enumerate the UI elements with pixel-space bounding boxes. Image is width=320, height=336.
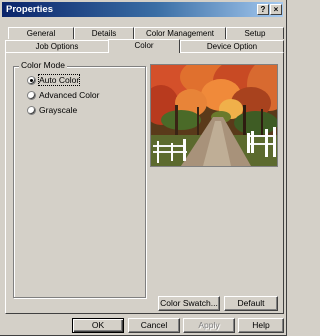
ok-label: OK — [91, 320, 105, 330]
ok-button[interactable]: OK — [72, 318, 124, 333]
apply-button[interactable]: Apply — [183, 318, 235, 333]
radio-grayscale[interactable]: Grayscale — [27, 104, 77, 116]
help-icon[interactable]: ? — [257, 4, 269, 15]
radio-label-grayscale: Grayscale — [39, 105, 78, 115]
cancel-label: Cancel — [140, 320, 168, 330]
tab-details[interactable]: Details — [74, 27, 134, 39]
default-button[interactable]: Default — [224, 296, 278, 311]
color-swatch-button[interactable]: Color Swatch... — [158, 296, 220, 311]
color-preview-image — [150, 64, 278, 167]
color-mode-label: Color Mode — [19, 60, 67, 70]
default-label: Default — [237, 298, 265, 308]
help-button[interactable]: Help — [238, 318, 284, 333]
cancel-button[interactable]: Cancel — [128, 318, 180, 333]
tab-color[interactable]: Color — [108, 39, 180, 53]
tab-device-option[interactable]: Device Option — [180, 40, 284, 52]
close-icon[interactable]: × — [270, 4, 282, 15]
radio-advanced-color[interactable]: Advanced Color — [27, 89, 99, 101]
radio-button[interactable] — [27, 105, 36, 115]
radio-label-advanced-color: Advanced Color — [39, 90, 100, 100]
help-label: Help — [252, 320, 270, 330]
radio-label-auto-color: Auto Color — [37, 74, 81, 86]
tab-general[interactable]: General — [8, 27, 74, 39]
radio-auto-color[interactable]: Auto Color — [27, 74, 81, 86]
tab-color-management[interactable]: Color Management — [134, 27, 226, 39]
radio-button[interactable] — [27, 90, 36, 100]
properties-dialog: Properties ? × General Details Color Man… — [0, 0, 287, 336]
radio-button-selected[interactable] — [27, 75, 36, 85]
window-title: Properties — [6, 4, 53, 15]
tab-setup[interactable]: Setup — [226, 27, 284, 39]
color-swatch-label: Color Swatch... — [160, 298, 218, 308]
tab-job-options[interactable]: Job Options — [5, 40, 109, 52]
title-bar[interactable]: Properties ? × — [2, 2, 283, 17]
apply-label: Apply — [198, 320, 220, 330]
